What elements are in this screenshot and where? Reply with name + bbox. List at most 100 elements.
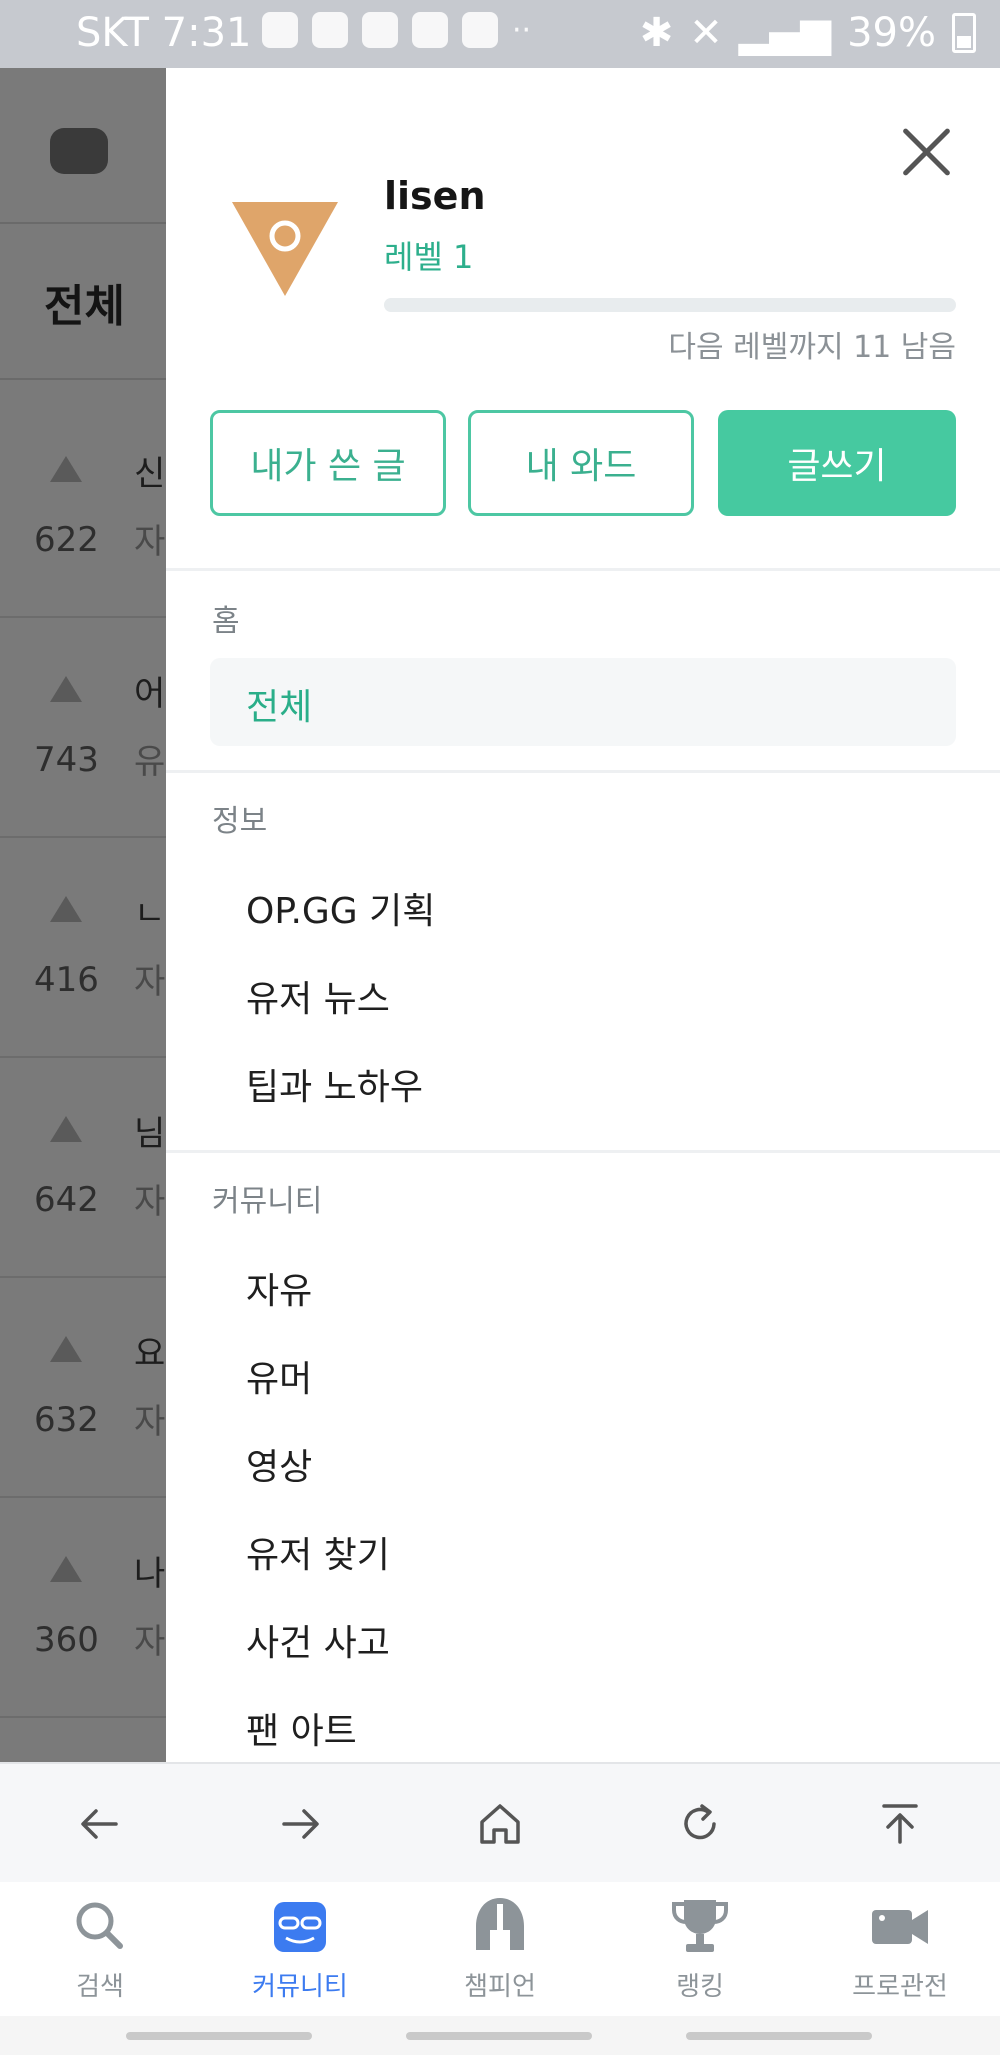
upvote-icon (50, 676, 82, 702)
game-notification-icon (312, 12, 348, 48)
nav-label: 챔피언 (464, 1972, 536, 2002)
vote-count: 642 (34, 1180, 99, 1220)
nav-search[interactable]: 검색 (20, 1894, 180, 2014)
list-item: 622 신 자 (0, 398, 166, 618)
vote-count: 622 (34, 520, 99, 560)
forward-arrow-icon[interactable] (270, 1794, 330, 1854)
post-meta-fragment: 자 (134, 522, 166, 562)
post-title-fragment: 어 (134, 674, 166, 714)
level-progress-bar (384, 298, 956, 312)
scroll-top-icon[interactable] (870, 1794, 930, 1854)
divider (166, 568, 1000, 571)
more-notifications-icon: ·· (512, 12, 532, 48)
status-time: SKT 7:31 (76, 10, 252, 56)
upvote-icon (50, 896, 82, 922)
section-title-community: 커뮤니티 (212, 1184, 323, 1219)
post-title-fragment: 신 (134, 454, 166, 494)
list-item: 743 어 유 (0, 618, 166, 838)
vote-count: 743 (34, 740, 99, 780)
my-posts-button[interactable]: 내가 쓴 글 (210, 410, 446, 516)
list-item: 642 님 자 (0, 1058, 166, 1278)
next-level-text: 다음 레벨까지 11 남음 (668, 330, 956, 365)
background-tab: 전체 (44, 281, 125, 332)
bottom-navigation: 검색 커뮤니티 챔피언 랭킹 프로관전 (0, 1882, 1000, 2016)
signal-icon: ▂▄▆ (738, 10, 832, 56)
upvote-icon (50, 1116, 82, 1142)
menu-item-find-user[interactable]: 유저 찾기 (246, 1526, 390, 1578)
gamepad-icon (50, 128, 108, 174)
post-meta-fragment: 유 (134, 742, 166, 782)
menu-item-video[interactable]: 영상 (246, 1438, 312, 1490)
user-level: 레벨 1 (384, 238, 474, 276)
gesture-handle[interactable] (406, 2032, 592, 2040)
community-icon (274, 1902, 326, 1952)
browser-toolbar (0, 1762, 1000, 1884)
champion-helmet-icon (476, 1898, 524, 1950)
refresh-icon[interactable] (670, 1794, 730, 1854)
background-page-overlay[interactable]: 전체 622 신 자 743 어 유 416 ㄴ 자 642 님 자 632 요… (0, 68, 166, 1762)
username: lisen (384, 174, 486, 218)
menu-item-all[interactable]: 전체 (210, 658, 956, 746)
menu-item-incidents[interactable]: 사건 사고 (246, 1614, 390, 1666)
battery-icon (952, 13, 976, 53)
gesture-handle[interactable] (126, 2032, 312, 2040)
bluetooth-icon: ✱ (639, 10, 674, 56)
search-icon (76, 1902, 123, 1949)
twitch-icon (412, 12, 448, 48)
nav-label: 프로관전 (852, 1972, 948, 2002)
post-title-fragment: ㄴ (134, 894, 166, 934)
list-item: 632 요 자 (0, 1278, 166, 1498)
post-title-fragment: 나 (134, 1554, 166, 1594)
menu-item-fan-art[interactable]: 팬 아트 (246, 1702, 357, 1754)
game-notification-icon (262, 12, 298, 48)
post-title-fragment: 요 (134, 1334, 166, 1374)
post-meta-fragment: 자 (134, 962, 166, 1002)
nav-community[interactable]: 커뮤니티 (220, 1894, 380, 2014)
tier-avatar-icon (232, 202, 338, 296)
write-post-button[interactable]: 글쓰기 (718, 410, 956, 516)
system-icons: ✱ ✕ ▂▄▆ 39% (640, 10, 976, 56)
nav-pro-spectate[interactable]: 프로관전 (820, 1894, 980, 2014)
upvote-icon (50, 1556, 82, 1582)
mute-icon: ✕ (689, 10, 723, 56)
list-item: 360 나 자 (0, 1498, 166, 1718)
section-title-home: 홈 (212, 604, 240, 639)
menu-item-user-news[interactable]: 유저 뉴스 (246, 970, 390, 1022)
menu-item-humor[interactable]: 유머 (246, 1350, 312, 1402)
section-title-info: 정보 (212, 804, 268, 839)
nav-label: 검색 (76, 1972, 124, 2002)
vote-count: 416 (34, 960, 99, 1000)
post-meta-fragment: 자 (134, 1402, 166, 1442)
divider (166, 770, 1000, 773)
upvote-icon (50, 456, 82, 482)
app-notification-icon (362, 12, 398, 48)
post-title-fragment: 님 (134, 1114, 166, 1154)
navigation-drawer: lisen 레벨 1 다음 레벨까지 11 남음 내가 쓴 글 내 와드 글쓰기… (166, 68, 1000, 1762)
post-meta-fragment: 자 (134, 1622, 166, 1662)
home-icon[interactable] (470, 1794, 530, 1854)
trophy-icon (672, 1900, 728, 1952)
menu-item-free[interactable]: 자유 (246, 1262, 312, 1314)
menu-item-opgg-feature[interactable]: OP.GG 기획 (246, 882, 435, 934)
menu-item-tips[interactable]: 팁과 노하우 (246, 1058, 423, 1110)
nav-ranking[interactable]: 랭킹 (620, 1894, 780, 2014)
vote-count: 360 (34, 1620, 99, 1660)
divider (166, 1150, 1000, 1153)
status-bar: SKT 7:31 ·· ✱ ✕ ▂▄▆ 39% (0, 0, 1000, 68)
back-arrow-icon[interactable] (70, 1794, 130, 1854)
list-item: 416 ㄴ 자 (0, 838, 166, 1058)
post-meta-fragment: 자 (134, 1182, 166, 1222)
close-icon[interactable] (896, 120, 960, 184)
video-camera-icon (872, 1910, 928, 1944)
upvote-icon (50, 1336, 82, 1362)
nav-label: 랭킹 (676, 1972, 724, 2002)
gesture-handle[interactable] (686, 2032, 872, 2040)
menu-item-label: 전체 (246, 687, 313, 728)
my-ward-button[interactable]: 내 와드 (468, 410, 694, 516)
nav-label: 커뮤니티 (252, 1972, 348, 2002)
notification-icons: ·· (262, 12, 531, 48)
nav-champion[interactable]: 챔피언 (420, 1894, 580, 2014)
kakaotalk-icon (462, 12, 498, 48)
battery-percent: 39% (847, 10, 936, 56)
gesture-bar (0, 2016, 1000, 2055)
